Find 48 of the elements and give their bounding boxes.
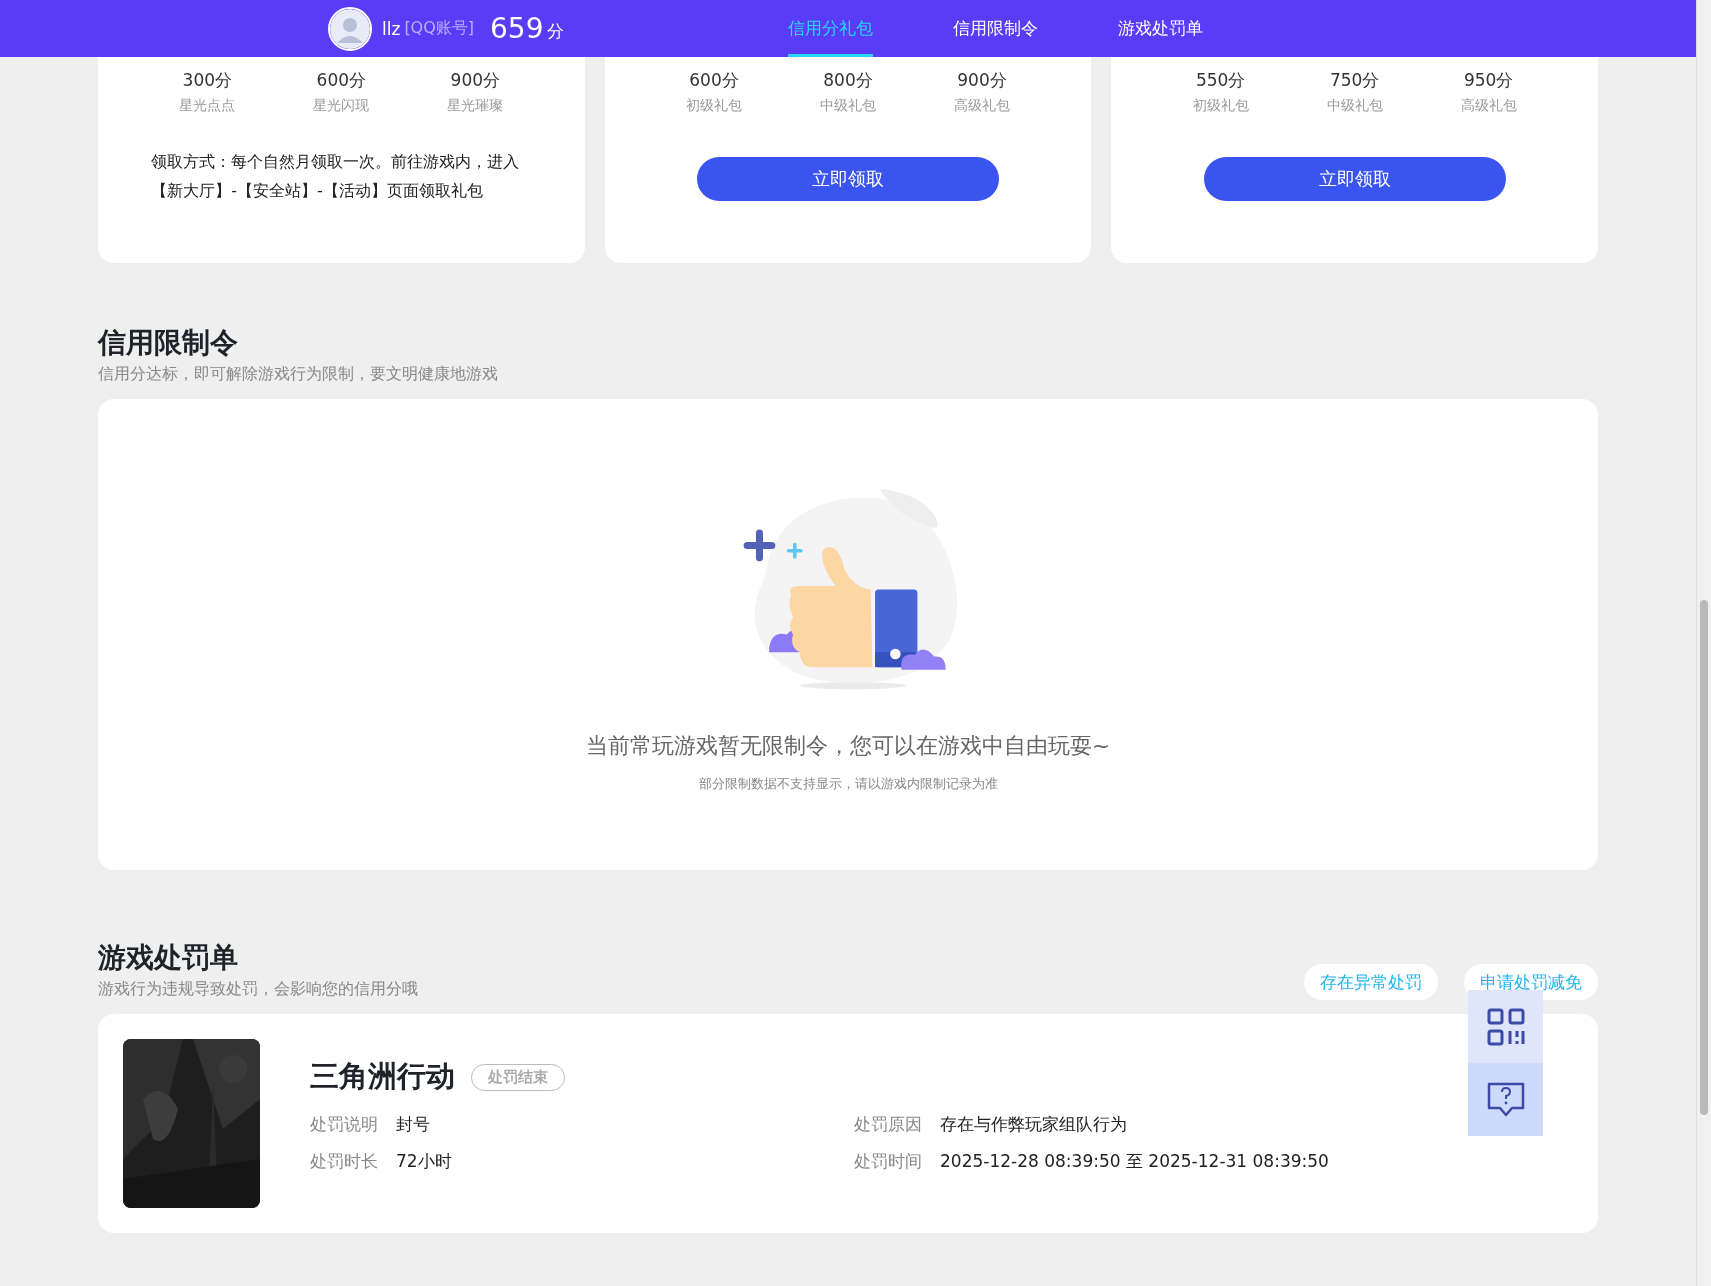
field-label: 处罚说明	[310, 1113, 378, 1136]
empty-state-note: 部分限制数据不支持显示，请以游戏内限制记录为准	[698, 775, 998, 793]
field-label: 处罚时长	[310, 1150, 378, 1173]
tier-score: 900分	[957, 69, 1007, 92]
tier-score: 750分	[1329, 69, 1380, 92]
empty-state-message: 当前常玩游戏暂无限制令，您可以在游戏中自由玩耍~	[585, 732, 1111, 760]
tier-name: 高级礼包	[954, 96, 1010, 115]
tier-score: 550分	[1195, 69, 1246, 92]
field-label: 处罚时间	[854, 1150, 922, 1173]
section-title: 信用限制令	[98, 325, 239, 361]
tier-name: 中级礼包	[1326, 96, 1383, 115]
field-value: 72小时	[396, 1150, 452, 1173]
claim-button[interactable]: 立即领取	[697, 157, 999, 201]
tier-score: 800分	[823, 69, 873, 92]
qr-code-icon	[1485, 1006, 1526, 1047]
section-subtitle: 游戏行为违规导致处罚，会影响您的信用分哦	[98, 978, 418, 1000]
avatar[interactable]	[328, 6, 372, 51]
claim-button[interactable]: 立即领取	[1203, 157, 1506, 201]
status-tag: 处罚结束	[471, 1063, 565, 1091]
tier-name: 中级礼包	[820, 96, 876, 115]
score-unit: 分	[546, 20, 564, 43]
tier-score: 600分	[689, 69, 739, 92]
tier-score: 300分	[182, 69, 233, 92]
game-title: 三角洲行动	[310, 1058, 455, 1095]
tier-name: 星光点点	[179, 96, 236, 115]
tier-name: 初级礼包	[686, 96, 742, 115]
qr-code-button[interactable]	[1468, 990, 1543, 1063]
section-title: 游戏处罚单	[98, 940, 239, 976]
section-subtitle: 信用分达标，即可解除游戏行为限制，要文明健康地游戏	[98, 363, 499, 385]
field-value: 封号	[396, 1113, 430, 1136]
help-button[interactable]	[1468, 1063, 1543, 1136]
tier-score: 950分	[1463, 69, 1514, 92]
tier-score: 900分	[450, 69, 501, 92]
credit-score: 659	[490, 12, 544, 45]
field-value: 2025-12-28 08:39:50 至 2025-12-31 08:39:50	[940, 1150, 1329, 1173]
account-type: [QQ账号]	[404, 18, 475, 39]
field-label: 处罚原因	[854, 1113, 922, 1136]
field-value: 存在与作弊玩家组队行为	[940, 1113, 1127, 1136]
tier-name: 高级礼包	[1460, 96, 1517, 115]
claim-instructions: 领取方式：每个自然月领取一次。前往游戏内，进入【新大厅】-【安全站】-【活动】页面领取礼包	[151, 151, 521, 202]
tier-score: 600分	[316, 69, 367, 92]
tier-name: 初级礼包	[1192, 96, 1249, 115]
tier-name: 星光闪现	[313, 96, 370, 115]
username: llz	[382, 18, 401, 39]
nav-tab[interactable]: 游戏处罚单	[1118, 0, 1203, 57]
nav-tab[interactable]: 信用限制令	[953, 0, 1038, 57]
tier-name: 星光璀璨	[447, 96, 504, 115]
scrollbar[interactable]	[1696, 0, 1711, 1286]
